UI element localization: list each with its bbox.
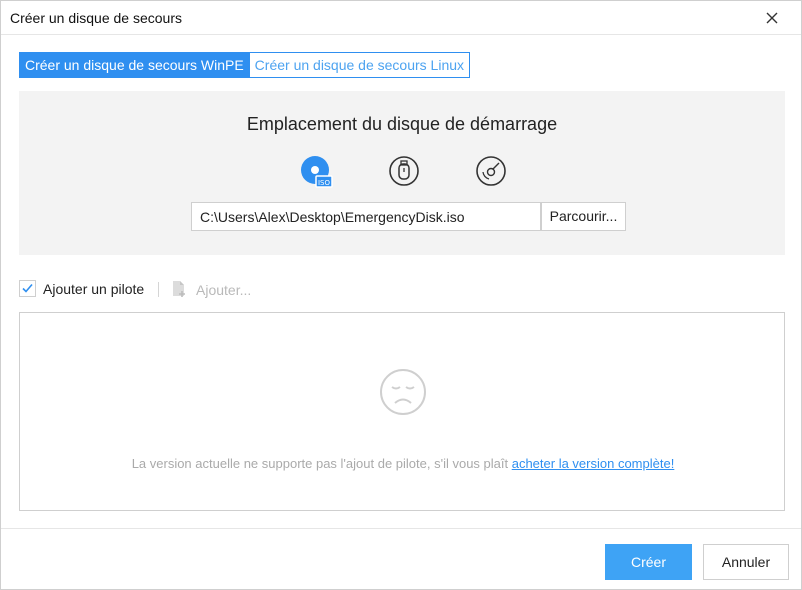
- tab-linux[interactable]: Créer un disque de secours Linux: [249, 52, 471, 78]
- sad-face-icon: [378, 367, 428, 417]
- add-driver-button[interactable]: Ajouter...: [196, 282, 251, 298]
- buy-full-version-link[interactable]: acheter la version complète!: [512, 456, 675, 471]
- usb-drive-icon: [389, 156, 419, 186]
- create-button[interactable]: Créer: [605, 544, 692, 580]
- add-driver-checkbox[interactable]: [19, 280, 36, 297]
- footer-divider: [1, 528, 801, 529]
- close-button[interactable]: [763, 9, 781, 27]
- cancel-button[interactable]: Annuler: [703, 544, 789, 580]
- close-icon: [766, 12, 778, 24]
- checkmark-icon: [22, 283, 33, 293]
- boot-location-title: Emplacement du disque de démarrage: [246, 114, 558, 134]
- unsupported-message-text: La version actuelle ne supporte pas l'aj…: [131, 456, 512, 471]
- dialog-title: Créer un disque de secours: [10, 10, 182, 26]
- svg-text:ISO: ISO: [318, 179, 331, 187]
- path-input[interactable]: [191, 202, 541, 231]
- boot-location-panel: Emplacement du disque de démarrage ISO C…: [19, 91, 785, 255]
- add-file-icon: [171, 280, 187, 298]
- media-option-usb[interactable]: [387, 155, 421, 189]
- title-bar: Créer un disque de secours: [1, 1, 801, 35]
- add-driver-label: Ajouter un pilote: [43, 281, 145, 297]
- tab-winpe[interactable]: Créer un disque de secours WinPE: [19, 52, 250, 78]
- driver-row: Ajouter un pilote Ajouter...: [19, 279, 419, 301]
- media-selector: ISO: [19, 155, 785, 189]
- unsupported-message: La version actuelle ne supporte pas l'aj…: [20, 456, 786, 471]
- cd-dvd-icon: [476, 156, 506, 186]
- divider: [158, 282, 159, 297]
- tab-bar: Créer un disque de secours WinPE Créer u…: [19, 52, 471, 78]
- rescue-disk-dialog: Créer un disque de secours Créer un disq…: [0, 0, 802, 590]
- driver-list-box: La version actuelle ne supporte pas l'aj…: [19, 312, 785, 511]
- iso-disc-icon: ISO: [301, 156, 333, 188]
- browse-button[interactable]: Parcourir...: [541, 202, 626, 231]
- media-option-cd[interactable]: [474, 155, 508, 189]
- media-option-iso[interactable]: ISO: [300, 155, 334, 189]
